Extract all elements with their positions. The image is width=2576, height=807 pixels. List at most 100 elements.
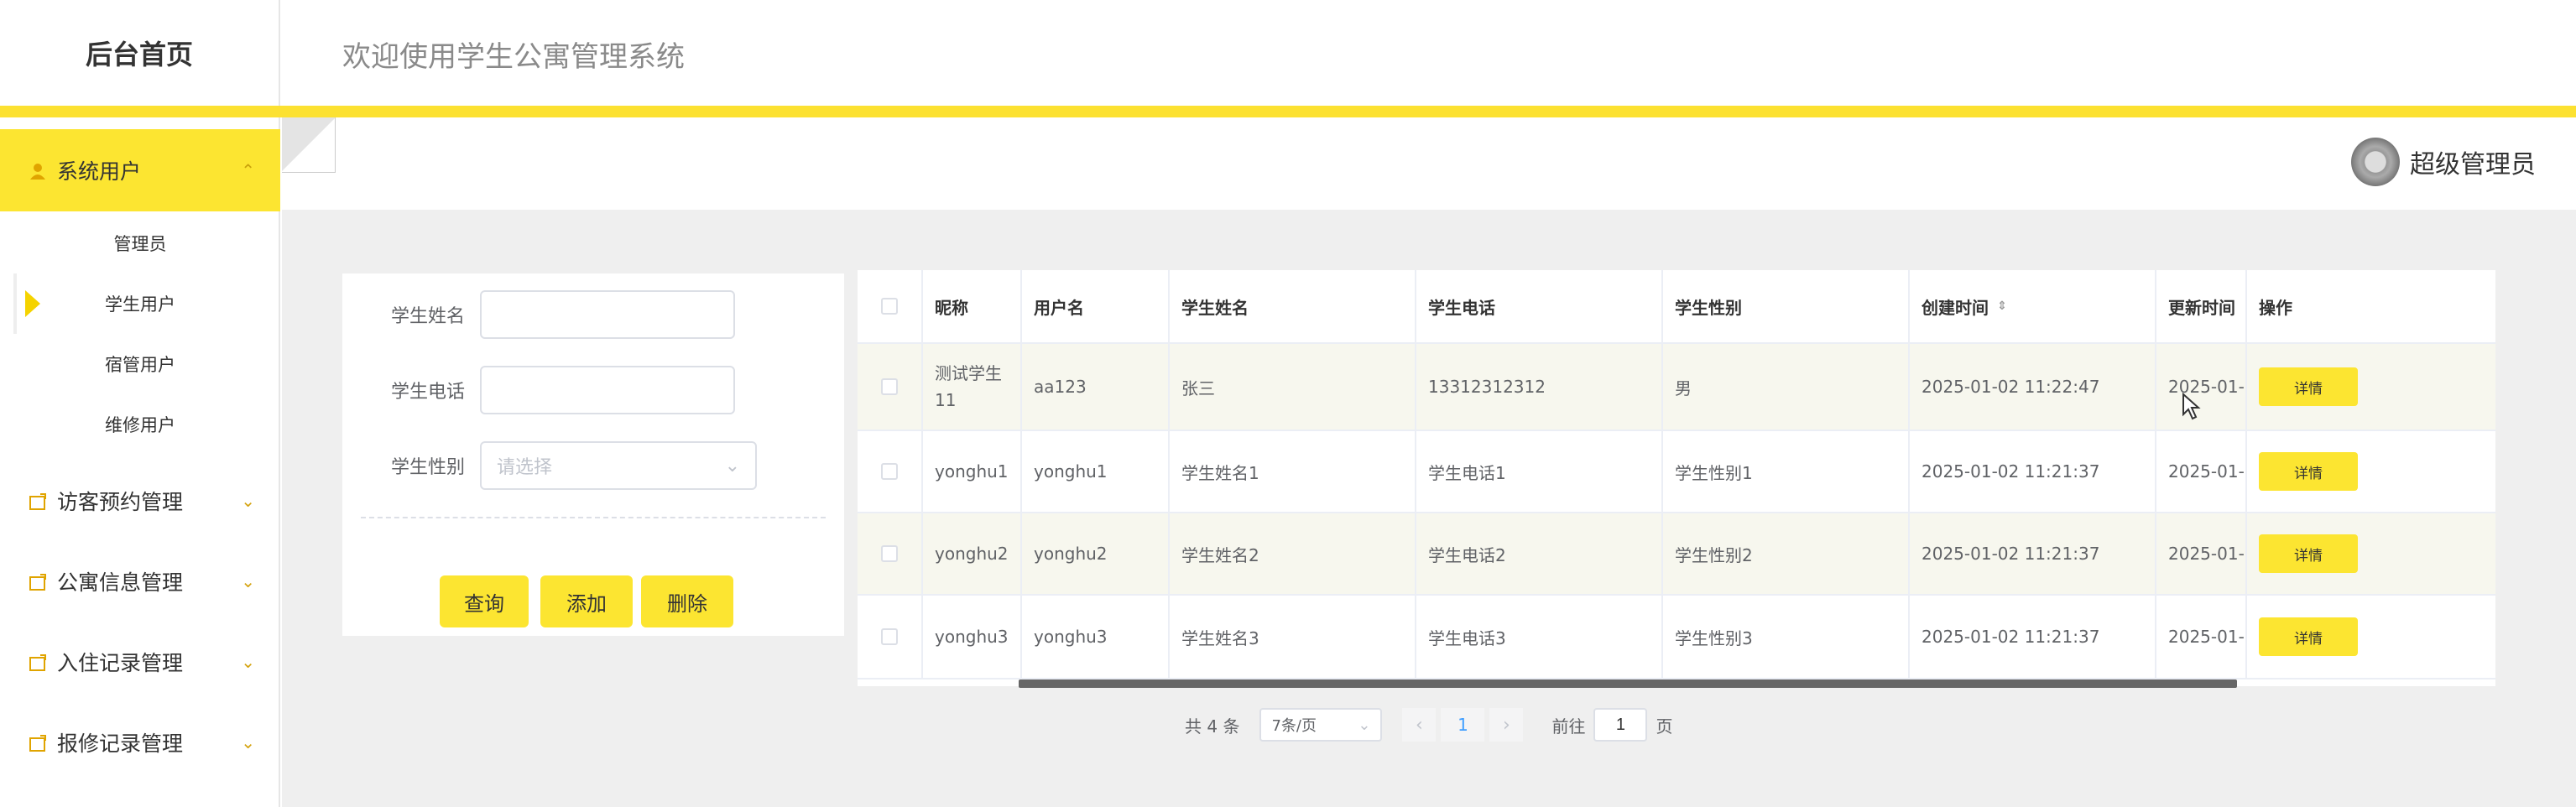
select-all-checkbox[interactable] xyxy=(881,298,898,315)
table-row[interactable]: 测试学生11 aa123 张三 13312312312 男 2025-01-02 11:2… xyxy=(858,344,2495,431)
active-indicator xyxy=(13,273,17,334)
sidebar-item-checkin[interactable]: 入住记录管理 ⌄ xyxy=(0,621,280,703)
select-all-cell xyxy=(858,270,923,342)
table-header-row: 昵称 用户名 学生姓名 学生电话 学生性别 创建时间 ⇕ 更新时间 操作 xyxy=(858,270,2495,344)
table-cell: 学生性别2 xyxy=(1663,513,1910,594)
table-cell: yonghu1 xyxy=(1022,431,1170,512)
col-header: 学生性别 xyxy=(1663,270,1910,342)
sidebar-item-system-users[interactable]: 系统用户 ⌃ xyxy=(0,129,280,211)
sidebar-subitem-label: 宿管用户 xyxy=(105,355,175,375)
gender-label: 学生性别 xyxy=(390,457,465,478)
table-cell: 学生电话3 xyxy=(1416,596,1663,678)
table-cell: 学生性别1 xyxy=(1663,431,1910,512)
folder-icon xyxy=(29,572,47,591)
student-name-input[interactable] xyxy=(480,290,735,339)
top-header: 后台首页 欢迎使用学生公寓管理系统 xyxy=(0,0,2576,106)
table-cell: 学生姓名2 xyxy=(1170,513,1416,594)
avatar xyxy=(2351,138,2400,186)
sidebar-subitem-students[interactable]: 学生用户 xyxy=(0,273,280,334)
sidebar-subitem-dorm-managers[interactable]: 宿管用户 xyxy=(0,334,280,394)
table-cell: yonghu3 xyxy=(923,596,1022,678)
table-cell: 学生性别3 xyxy=(1663,596,1910,678)
horizontal-scrollbar[interactable] xyxy=(1019,679,2237,688)
page-size-select[interactable]: 7条/页 ⌄ xyxy=(1259,708,1383,742)
user-name: 超级管理员 xyxy=(2410,150,2536,180)
col-header: 学生姓名 xyxy=(1170,270,1416,342)
col-header: 学生电话 xyxy=(1416,270,1663,342)
gender-select[interactable]: 请选择 ⌄ xyxy=(480,441,757,490)
folder-icon xyxy=(29,653,47,671)
sort-icon[interactable]: ⇕ xyxy=(1997,299,2007,313)
table-cell: yonghu2 xyxy=(1022,513,1170,594)
row-checkbox[interactable] xyxy=(881,545,898,562)
sidebar-item-label: 访客预约管理 xyxy=(57,490,184,514)
sidebar-subitem-repair-users[interactable]: 维修用户 xyxy=(0,394,280,455)
sidebar-item-apartment[interactable]: 公寓信息管理 ⌄ xyxy=(0,540,280,622)
col-header-sortable[interactable]: 创建时间 ⇕ xyxy=(1910,270,2156,342)
table-cell: 测试学生11 xyxy=(923,344,1022,430)
detail-button[interactable]: 详情 xyxy=(2259,617,2358,656)
table-cell: 2025-01-0 xyxy=(2156,431,2247,512)
sidebar-subitem-label: 管理员 xyxy=(113,234,167,254)
sidebar-subitem-label: 维修用户 xyxy=(105,415,175,435)
prev-page-button[interactable]: ‹ xyxy=(1402,708,1437,742)
select-placeholder: 请选择 xyxy=(497,457,553,478)
table-cell: yonghu1 xyxy=(923,431,1022,512)
row-checkbox[interactable] xyxy=(881,628,898,645)
table-cell: 2025-01-02 11:21:37 xyxy=(1910,513,2156,594)
table-cell: 学生电话1 xyxy=(1416,431,1663,512)
name-row: 学生姓名 xyxy=(342,290,844,339)
phone-label: 学生电话 xyxy=(390,382,465,403)
table-row[interactable]: yonghu1 yonghu1 学生姓名1 学生电话1 学生性别1 2025-01-02 … xyxy=(858,431,2495,513)
form-divider xyxy=(361,517,826,518)
fold-corner-icon[interactable] xyxy=(282,117,336,174)
add-button[interactable]: 添加 xyxy=(540,575,633,627)
sidebar-subitem-admin[interactable]: 管理员 xyxy=(0,213,280,273)
row-checkbox[interactable] xyxy=(881,463,898,480)
table-cell: yonghu2 xyxy=(923,513,1022,594)
sidebar: 系统用户 ⌃ 管理员 学生用户 宿管用户 维修用户 访客预约管理 ⌄ 公寓信息管… xyxy=(0,117,280,807)
sidebar-item-visitor[interactable]: 访客预约管理 ⌄ xyxy=(0,460,280,542)
student-phone-input[interactable] xyxy=(480,366,735,414)
table-cell: yonghu3 xyxy=(1022,596,1170,678)
sidebar-item-label: 公寓信息管理 xyxy=(57,570,184,595)
phone-row: 学生电话 xyxy=(342,366,844,414)
sidebar-item-repair[interactable]: 报修记录管理 ⌄ xyxy=(0,701,280,784)
chevron-up-icon: ⌃ xyxy=(241,160,255,180)
table-cell: 学生姓名1 xyxy=(1170,431,1416,512)
chevron-down-icon: ⌄ xyxy=(241,571,255,591)
goto-page-input[interactable] xyxy=(1593,708,1648,742)
table-cell: 2025-01-02 11:22:47 xyxy=(1910,344,2156,430)
chevron-down-icon: ⌄ xyxy=(1358,716,1371,734)
table-cell: 2025-01-02 11:21:37 xyxy=(1910,596,2156,678)
detail-button[interactable]: 详情 xyxy=(2259,452,2358,491)
header-divider xyxy=(0,106,2576,117)
next-page-button[interactable]: › xyxy=(1489,708,1524,742)
table-row[interactable]: yonghu2 yonghu2 学生姓名2 学生电话2 学生性别2 2025-01-02 … xyxy=(858,513,2495,596)
query-button[interactable]: 查询 xyxy=(440,575,529,627)
table-cell: 13312312312 xyxy=(1416,344,1663,430)
detail-button[interactable]: 详情 xyxy=(2259,534,2358,573)
detail-button[interactable]: 详情 xyxy=(2259,367,2358,406)
delete-button[interactable]: 删除 xyxy=(641,575,733,627)
row-select-cell xyxy=(858,596,923,678)
col-header: 昵称 xyxy=(923,270,1022,342)
row-checkbox[interactable] xyxy=(881,378,898,395)
table-cell: 学生电话2 xyxy=(1416,513,1663,594)
row-select-cell xyxy=(858,513,923,594)
chevron-down-icon: ⌄ xyxy=(724,455,740,476)
table-row[interactable]: yonghu3 yonghu3 学生姓名3 学生电话3 学生性别3 2025-01-02 … xyxy=(858,596,2495,679)
home-link[interactable]: 后台首页 xyxy=(0,0,280,106)
sidebar-item-label: 报修记录管理 xyxy=(57,732,184,756)
table-cell: 2025-01-0 xyxy=(2156,513,2247,594)
user-menu[interactable]: 超级管理员 xyxy=(2351,138,2536,186)
table-cell: 男 xyxy=(1663,344,1910,430)
page-number[interactable]: 1 xyxy=(1441,708,1485,742)
table-cell: 学生姓名3 xyxy=(1170,596,1416,678)
table-cell: 2025-01-0 xyxy=(2156,596,2247,678)
col-header: 操作 xyxy=(2259,297,2292,318)
folder-icon xyxy=(29,492,47,510)
action-cell: 详情 xyxy=(2247,431,2495,512)
page-suffix: 页 xyxy=(1656,716,1673,737)
table-cell: 2025-01-0 xyxy=(2156,344,2247,430)
